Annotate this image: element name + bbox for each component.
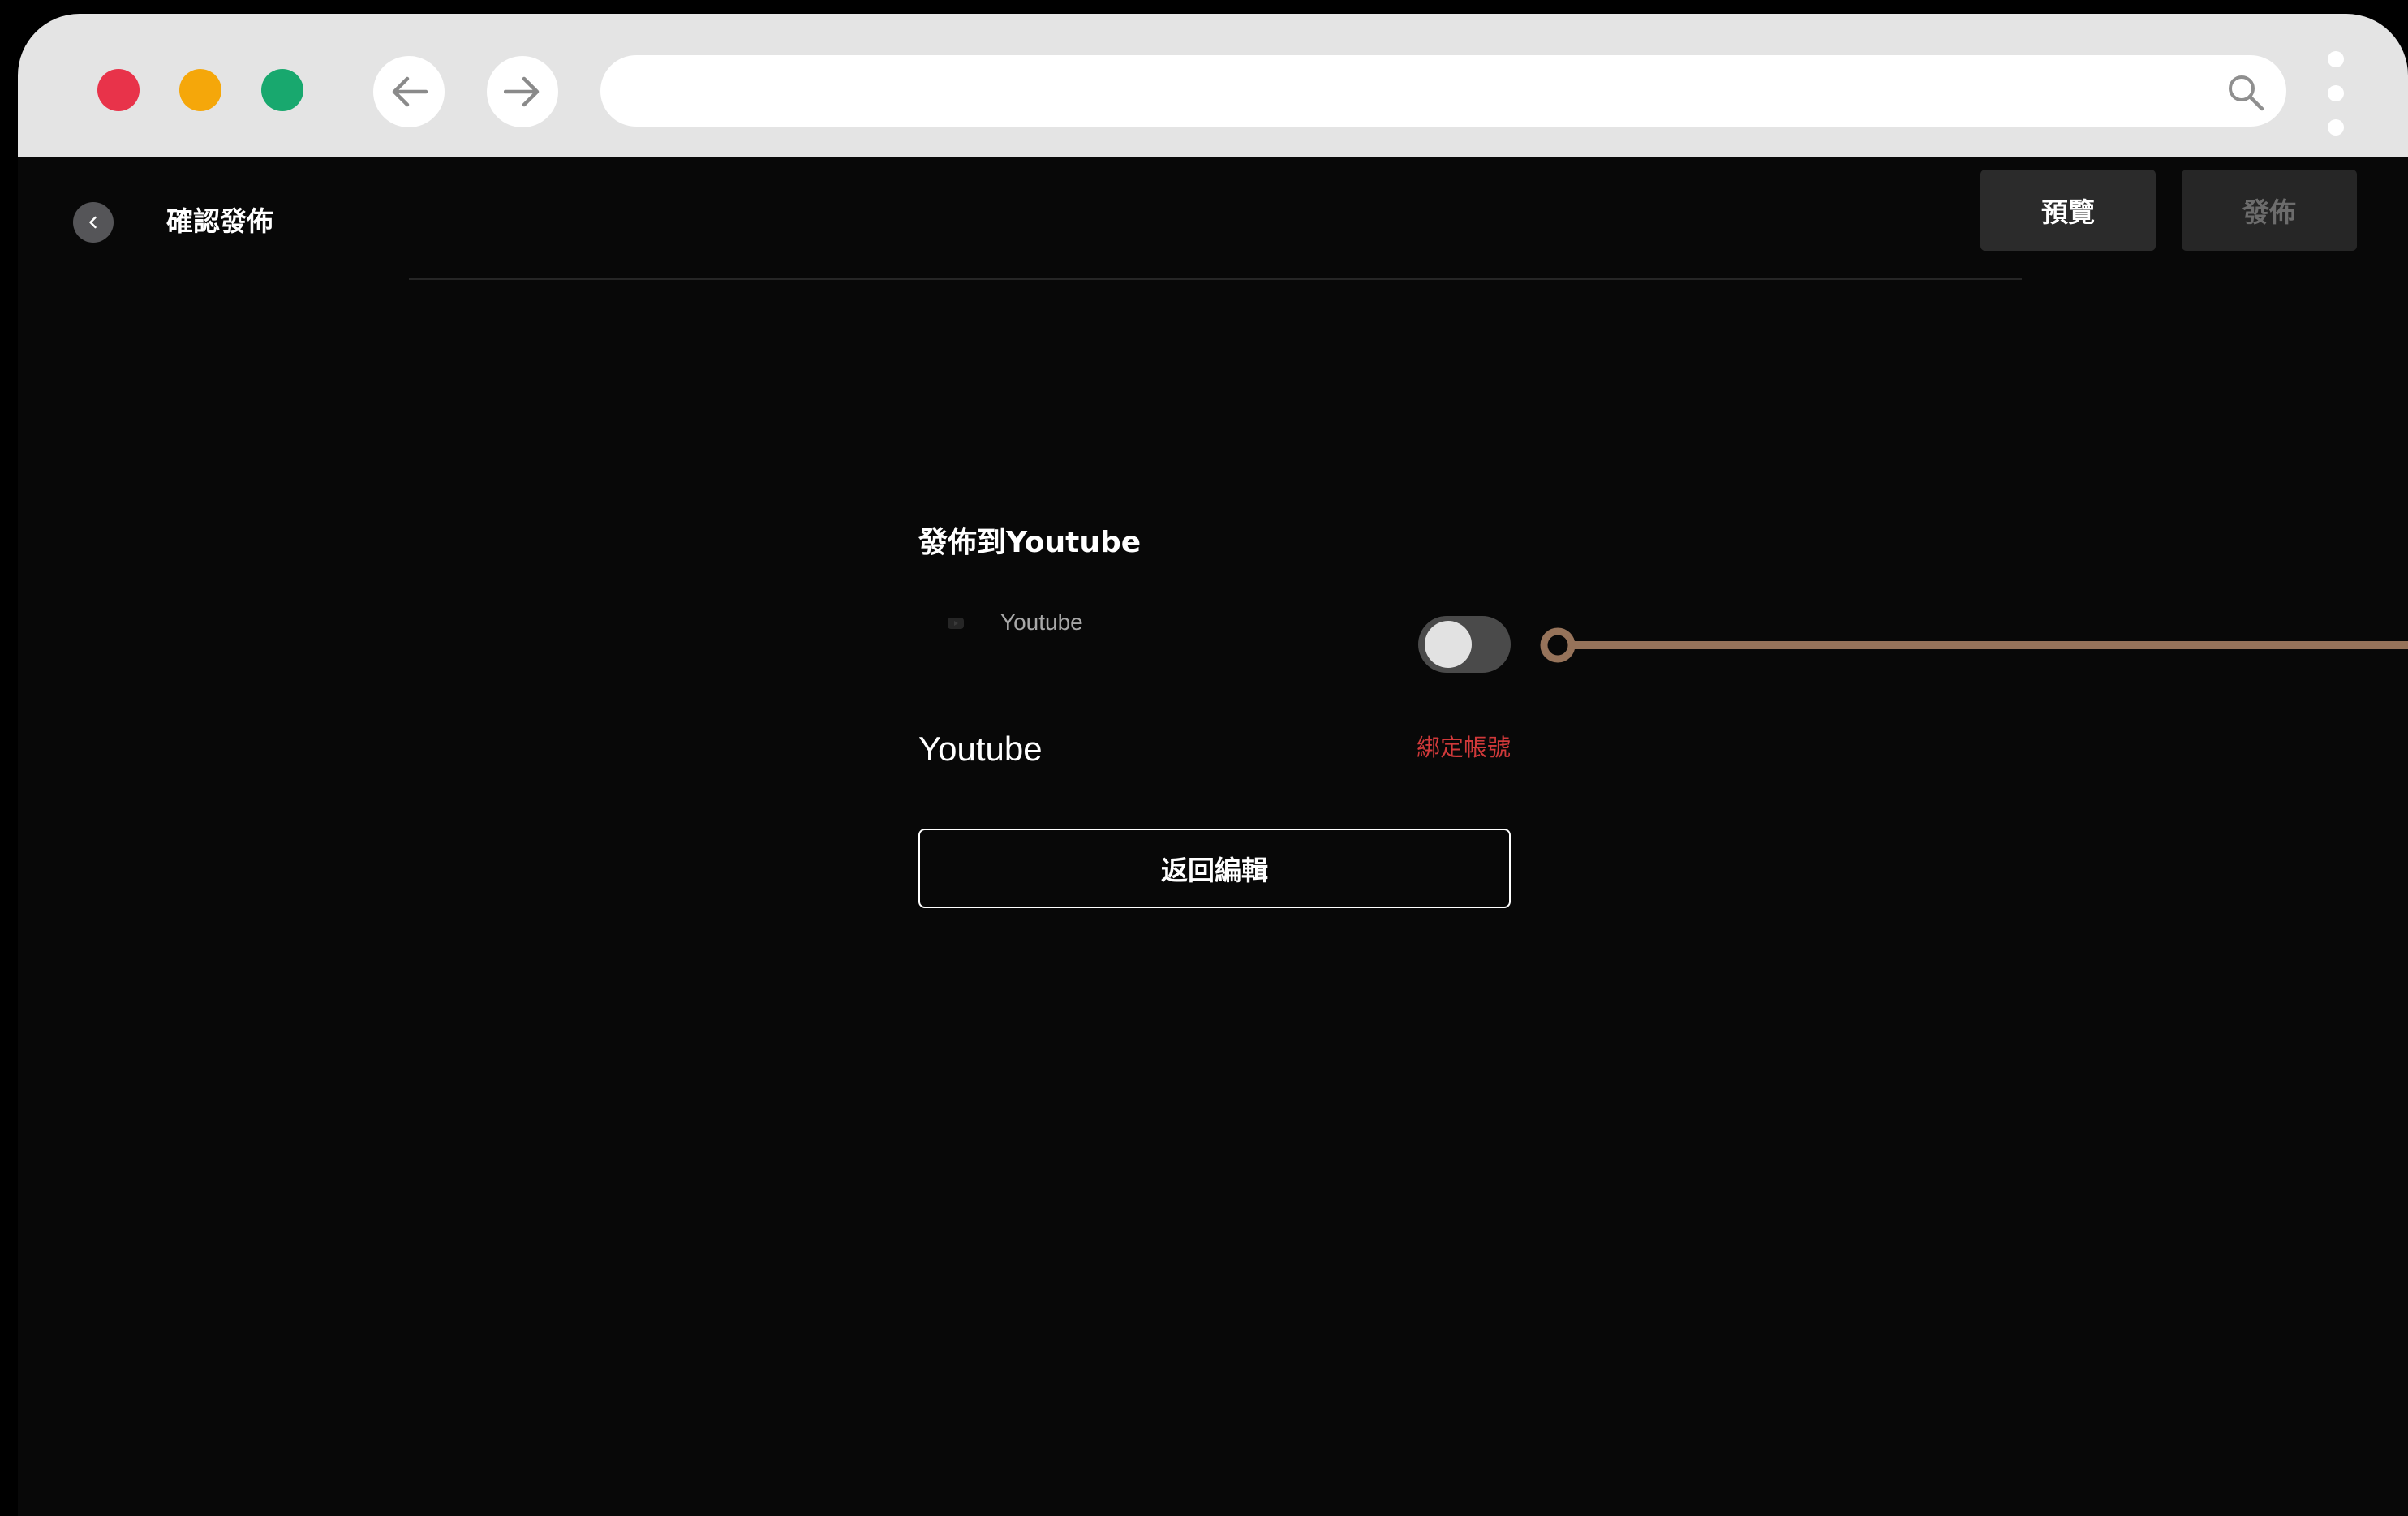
chevron-left-icon [89,216,97,229]
platform-name: Youtube [1000,609,1083,635]
close-window-button[interactable] [97,69,140,111]
publish-button[interactable]: 發佈 [2182,170,2357,251]
publish-confirm-page: 確認發佈 預覽 發佈 發佈到Youtube Youtube Youtube 綁定… [18,157,2408,1516]
header-divider [409,278,2022,280]
zoom-window-button[interactable] [261,69,303,111]
toggle-knob [1425,621,1472,668]
minimize-window-button[interactable] [179,69,221,111]
preview-button[interactable]: 預覽 [1980,170,2156,251]
section-title: 發佈到Youtube [918,526,1142,559]
search-icon[interactable] [2226,73,2265,112]
browser-forward-button[interactable] [487,56,558,127]
bind-account-link[interactable]: 綁定帳號 [1417,731,1511,764]
arrow-right-icon [504,76,540,107]
account-platform-label: Youtube [918,730,1043,768]
address-bar[interactable] [600,55,2286,127]
browser-toolbar [18,14,2408,157]
annotation-pointer [1540,627,2408,663]
page-title: 確認發佈 [166,205,273,237]
youtube-icon [948,618,964,629]
browser-menu-icon[interactable] [2325,51,2346,136]
arrow-left-icon [392,76,428,107]
publish-to-youtube-toggle[interactable] [1418,616,1511,673]
browser-window: 確認發佈 預覽 發佈 發佈到Youtube Youtube Youtube 綁定… [18,14,2408,1516]
back-button[interactable] [73,202,114,243]
browser-back-button[interactable] [373,56,445,127]
back-to-edit-button[interactable]: 返回編輯 [918,829,1511,908]
